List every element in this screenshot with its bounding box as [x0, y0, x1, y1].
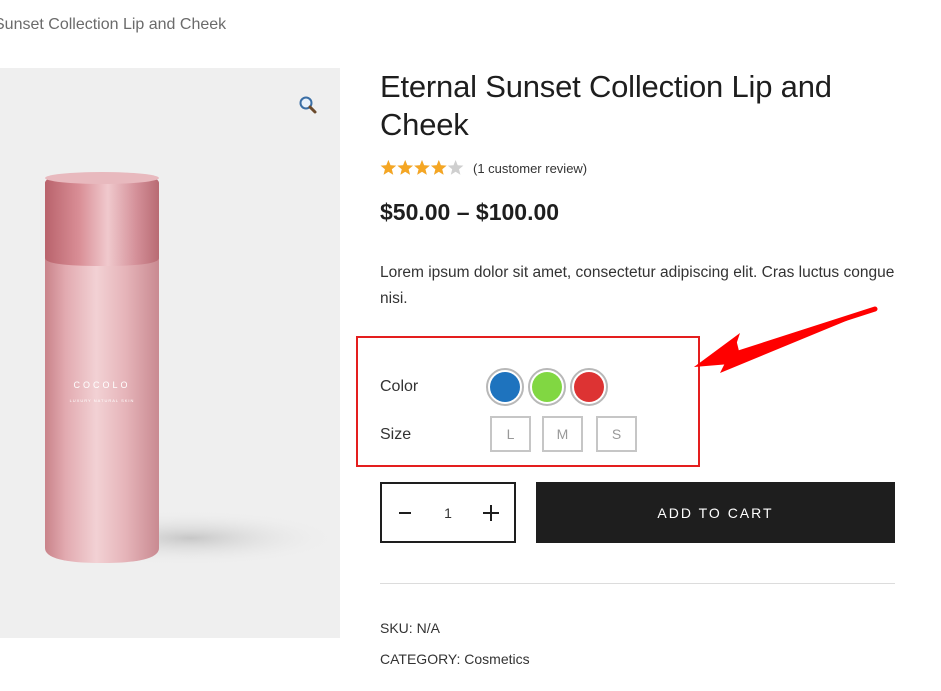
- star-filled-icons: [380, 160, 447, 175]
- color-swatch-red[interactable]: [570, 368, 608, 406]
- product-category: CATEGORY: Cosmetics: [380, 651, 530, 667]
- color-swatch-blue[interactable]: [486, 368, 524, 406]
- color-dot: [574, 372, 604, 402]
- star-rating: [380, 159, 464, 177]
- star-fill: [380, 159, 447, 177]
- sku-label: SKU:: [380, 620, 413, 636]
- quantity-decrease-button[interactable]: [382, 484, 428, 541]
- color-dot: [532, 372, 562, 402]
- breadcrumb: Sunset Collection Lip and Cheek: [0, 16, 226, 34]
- plus-icon: [483, 504, 499, 521]
- product-sku: SKU: N/A: [380, 620, 440, 636]
- breadcrumb-current: Sunset Collection Lip and Cheek: [0, 16, 227, 33]
- size-option-s[interactable]: S: [596, 416, 637, 452]
- sku-value: N/A: [416, 620, 440, 636]
- bottle-brand-text: COCOLO: [73, 380, 130, 390]
- divider: [380, 583, 895, 584]
- product-title: Eternal Sunset Collection Lip and Cheek: [380, 69, 832, 142]
- add-to-cart-button[interactable]: ADD TO CART: [536, 482, 895, 543]
- category-label: CATEGORY:: [380, 651, 461, 667]
- product-rating: (1 customer review): [380, 158, 587, 178]
- color-label: Color: [380, 378, 419, 395]
- color-swatch-green[interactable]: [528, 368, 566, 406]
- category-link[interactable]: Cosmetics: [464, 651, 529, 667]
- bottle-tagline-text: LUXURY NATURAL SKIN: [70, 398, 135, 403]
- size-label: Size: [380, 426, 412, 443]
- size-option-l[interactable]: L: [490, 416, 531, 452]
- minus-icon: [399, 511, 411, 514]
- product-image: COCOLO LUXURY NATURAL SKIN: [40, 172, 340, 566]
- color-dot: [490, 372, 520, 402]
- quantity-increase-button[interactable]: [468, 484, 514, 541]
- arrow-icon: [694, 306, 878, 373]
- product-gallery[interactable]: COCOLO LUXURY NATURAL SKIN: [0, 68, 340, 638]
- review-link[interactable]: (1 customer review): [473, 161, 587, 176]
- product-price: $50.00 – $100.00: [380, 199, 560, 225]
- quantity-input[interactable]: [428, 504, 468, 521]
- magnifier-icon[interactable]: [298, 95, 318, 115]
- size-option-m[interactable]: M: [542, 416, 583, 452]
- quantity-stepper[interactable]: [380, 482, 516, 543]
